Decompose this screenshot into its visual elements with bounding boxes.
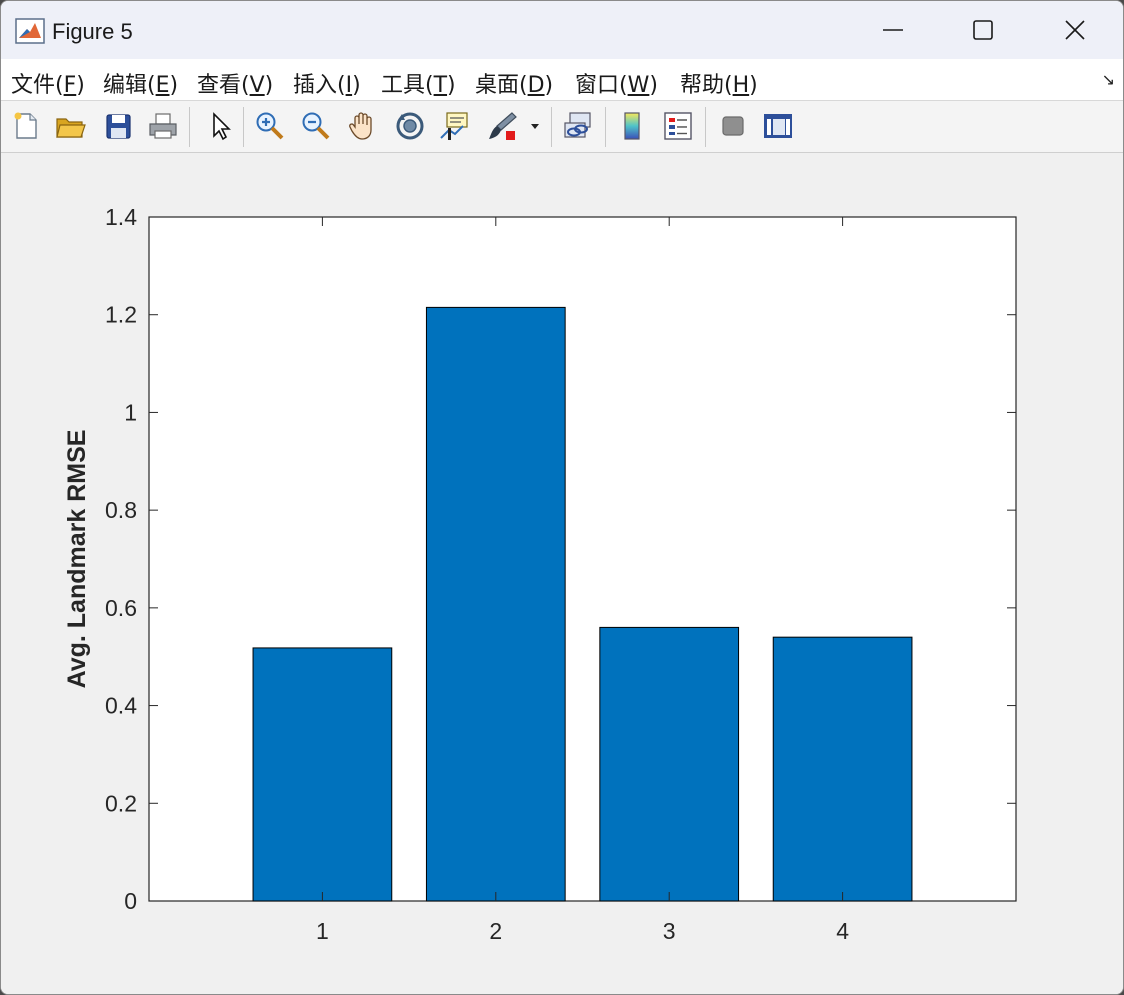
toolbar-separator	[705, 107, 706, 147]
y-tick-label: 1	[124, 399, 137, 425]
window-title: Figure 5	[52, 19, 133, 44]
maximize-button[interactable]	[937, 1, 1029, 59]
save-button[interactable]	[101, 109, 135, 143]
close-icon	[1065, 20, 1085, 40]
menu-edit[interactable]: 编辑(E)	[103, 67, 178, 99]
figure-toolbar	[1, 101, 1123, 153]
link-plot-button[interactable]	[561, 109, 595, 143]
hide-plot-tools-icon	[722, 116, 744, 136]
new-figure-icon	[14, 112, 37, 139]
minimize-icon	[883, 29, 903, 31]
show-plot-tools-button[interactable]	[761, 109, 795, 143]
menu-window[interactable]: 窗口(W)	[575, 67, 658, 99]
open-file-icon	[56, 118, 86, 138]
hide-plot-tools-button[interactable]	[716, 109, 750, 143]
dock-arrow-icon[interactable]: ↘	[1102, 70, 1115, 90]
show-plot-tools-icon	[764, 114, 792, 138]
y-tick-label: 0.6	[105, 595, 137, 621]
zoom-out-button[interactable]	[299, 109, 333, 143]
title-bar[interactable]: Figure 5	[1, 1, 1123, 59]
y-tick-label: 0.8	[105, 497, 137, 523]
menu-mnemonic: I	[345, 73, 353, 98]
menu-mnemonic: W	[627, 73, 650, 98]
y-tick-label: 1.4	[105, 204, 137, 230]
menu-insert[interactable]: 插入(I)	[293, 67, 361, 99]
legend-button[interactable]	[661, 109, 695, 143]
x-tick-label: 1	[316, 918, 329, 944]
x-tick-labels: 1 2 3 4	[316, 918, 849, 944]
colorbar-button[interactable]	[615, 109, 649, 143]
maximize-icon	[973, 20, 993, 40]
y-tick-label: 1.2	[105, 302, 137, 328]
legend-icon	[664, 112, 692, 140]
brush-button[interactable]	[485, 109, 519, 143]
menu-mnemonic: V	[249, 73, 265, 98]
x-tick-label: 2	[489, 918, 502, 944]
link-plot-icon	[564, 112, 591, 138]
zoom-in-button[interactable]	[253, 109, 287, 143]
toolbar-separator	[551, 107, 552, 147]
new-figure-button[interactable]	[9, 109, 43, 143]
pan-hand-icon	[349, 112, 372, 140]
menu-file[interactable]: 文件(F)	[11, 67, 85, 99]
toolbar-separator	[243, 107, 244, 147]
menu-mnemonic: D	[527, 73, 545, 98]
y-tick-label: 0.4	[105, 693, 137, 719]
y-tick-label: 0.2	[105, 790, 137, 816]
minimize-button[interactable]	[847, 1, 939, 59]
open-file-button[interactable]	[53, 109, 87, 143]
figure-canvas: 0 0.2 0.4 0.6 0.8 1 1.2 1.4 1 2 3 4 Avg. Landmark …	[1, 153, 1123, 994]
bar[interactable]	[252, 647, 393, 902]
rotate-3d-button[interactable]	[393, 109, 427, 143]
menu-mnemonic: F	[63, 73, 77, 98]
y-axis-label: Avg. Landmark RMSE	[63, 430, 91, 689]
matlab-logo-icon	[15, 18, 45, 44]
edit-plot-arrow-icon	[213, 112, 231, 141]
figure-window: Figure 5 文件(F) 编辑(E) 查看(V) 插入(I) 工具(T) 桌…	[0, 0, 1124, 995]
y-tick-label: 0	[124, 888, 137, 914]
zoom-in-icon	[256, 112, 284, 140]
menu-mnemonic: H	[732, 73, 750, 98]
data-cursor-button[interactable]	[438, 109, 472, 143]
colorbar-icon	[624, 112, 640, 140]
toolbar-separator	[189, 107, 190, 147]
toolbar-separator	[605, 107, 606, 147]
zoom-out-icon	[302, 112, 330, 140]
menu-mnemonic: E	[155, 73, 170, 98]
save-icon	[106, 114, 131, 139]
brush-dropdown-button[interactable]	[525, 109, 545, 143]
pan-button[interactable]	[346, 109, 380, 143]
x-tick-label: 3	[663, 918, 676, 944]
chevron-down-icon	[531, 124, 539, 129]
rotate-3d-icon	[396, 112, 424, 140]
menu-desktop[interactable]: 桌面(D)	[475, 67, 553, 99]
menu-mnemonic: T	[433, 73, 448, 98]
menu-help[interactable]: 帮助(H)	[680, 67, 758, 99]
print-icon	[149, 113, 177, 139]
close-button[interactable]	[1029, 1, 1121, 59]
menu-bar: 文件(F) 编辑(E) 查看(V) 插入(I) 工具(T) 桌面(D) 窗口(W…	[1, 59, 1123, 101]
bar[interactable]	[425, 306, 566, 902]
data-cursor-icon	[440, 112, 468, 140]
print-button[interactable]	[146, 109, 180, 143]
bar[interactable]	[599, 626, 740, 902]
menu-tools[interactable]: 工具(T)	[381, 67, 456, 99]
bar-chart: 0 0.2 0.4 0.6 0.8 1 1.2 1.4 1 2 3 4 Avg. Landmark …	[63, 204, 1017, 944]
brush-icon	[489, 112, 517, 140]
x-tick-label: 4	[836, 918, 849, 944]
y-tick-labels: 0 0.2 0.4 0.6 0.8 1 1.2 1.4	[105, 204, 137, 914]
menu-view[interactable]: 查看(V)	[197, 67, 273, 99]
edit-plot-button[interactable]	[203, 109, 237, 143]
bar[interactable]	[772, 636, 913, 902]
